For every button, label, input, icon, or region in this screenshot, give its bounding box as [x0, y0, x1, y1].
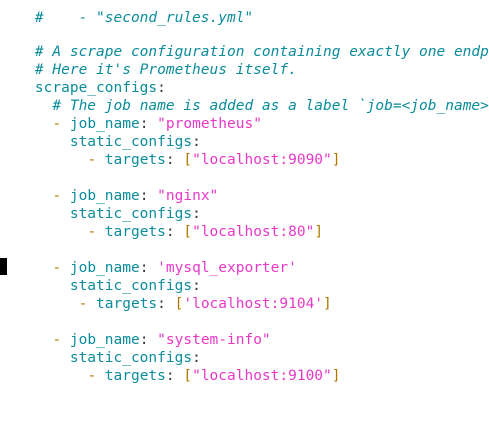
targets-line-nginx: - targets: ["localhost:80"] [0, 205, 323, 240]
comment-line-3: # The job name is added as a label `job=… [0, 79, 489, 114]
list-dash: - [87, 368, 97, 384]
targets-value: "localhost:80" [192, 224, 315, 240]
job-name-line-system-info: - job_name: "system-info" [0, 313, 270, 348]
targets-line-mysql-exporter: - targets: ['localhost:9104'] [0, 277, 332, 312]
colon: : [165, 368, 175, 384]
targets-value: "localhost:9100" [192, 368, 332, 384]
colon: : [165, 224, 175, 240]
right-bracket: ] [331, 152, 341, 168]
job-name-line-mysql-exporter: - job_name: 'mysql_exporter' [0, 241, 296, 276]
comment-line-1: # A scrape configuration containing exac… [0, 25, 489, 60]
comment-line-2: # Here it's Prometheus itself. [0, 43, 297, 78]
scrape-configs-line: scrape_configs: [0, 61, 166, 96]
colon: : [157, 296, 166, 312]
left-bracket: [ [183, 224, 193, 240]
right-bracket: ] [323, 296, 332, 312]
job-name-line-nginx: - job_name: "nginx" [0, 169, 218, 204]
static-configs-line: static_configs: [0, 259, 201, 294]
comment-line-partial: # - "second_rules.yml" [0, 0, 253, 26]
targets-key: targets [104, 224, 166, 240]
colon: : [165, 152, 175, 168]
targets-value: 'localhost:9104' [183, 296, 324, 312]
list-dash: - [78, 296, 88, 312]
job-name-line-prometheus: - job_name: "prometheus" [0, 97, 262, 132]
targets-value: "localhost:9090" [192, 152, 332, 168]
static-configs-line: static_configs: [0, 331, 201, 366]
left-bracket: [ [183, 368, 193, 384]
right-bracket: ] [314, 224, 324, 240]
comment-text: # - "second_rules.yml" [34, 10, 254, 26]
text-editor[interactable]: # - "second_rules.yml" # A scrape config… [0, 0, 489, 429]
static-configs-line: static_configs: [0, 115, 201, 150]
list-dash: - [87, 152, 97, 168]
left-bracket: [ [183, 152, 193, 168]
targets-line-system-info: - targets: ["localhost:9100"] [0, 349, 340, 384]
list-dash: - [87, 224, 97, 240]
right-bracket: ] [331, 368, 341, 384]
targets-key: targets [96, 296, 158, 312]
targets-key: targets [104, 152, 166, 168]
targets-line-prometheus: - targets: ["localhost:9090"] [0, 133, 340, 168]
targets-key: targets [104, 368, 166, 384]
static-configs-line: static_configs: [0, 187, 201, 222]
